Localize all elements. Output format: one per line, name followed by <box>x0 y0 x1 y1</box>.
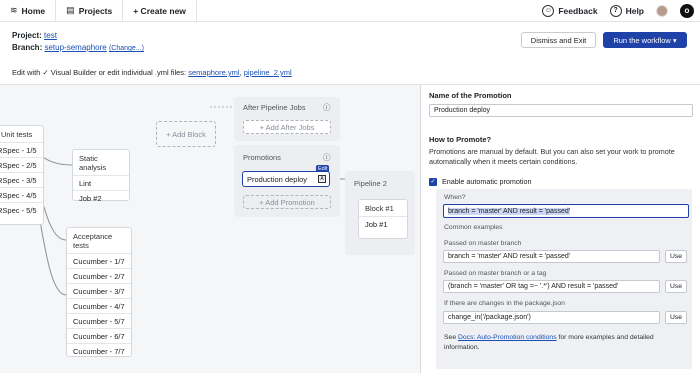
example-label: If there are changes in the package.json <box>444 300 565 307</box>
job-item[interactable]: Cucumber - 2/7 <box>67 268 131 283</box>
block-1-card[interactable]: Block #1 Job #1 <box>358 199 408 239</box>
static-analysis-block[interactable]: Static analysis Lint Job #2 <box>72 149 130 203</box>
automatic-promotion-icon: A <box>318 175 326 183</box>
add-after-jobs-button[interactable]: + Add After Jobs <box>243 120 331 134</box>
example-condition-input[interactable]: change_in('/package.json') <box>443 311 660 324</box>
job-item[interactable]: Cucumber - 7/7 <box>67 343 131 358</box>
job-item[interactable]: RSpec - 5/5 <box>0 202 43 217</box>
promotion-name-heading: Name of the Promotion <box>429 91 512 100</box>
use-example-button[interactable]: Use <box>665 311 687 324</box>
common-examples-label: Common examples <box>444 224 503 231</box>
help-link[interactable]: ? Help <box>609 4 644 17</box>
docs-note: See Docs: Auto-Promotion conditions for … <box>444 333 684 353</box>
home-link[interactable]: ≋ Home <box>0 0 57 22</box>
nav-right: ☺ Feedback ? Help o <box>542 3 700 18</box>
job-item[interactable]: RSpec - 2/5 <box>0 157 43 172</box>
pipeline2-yml-link[interactable]: pipeline_2.yml <box>244 68 292 77</box>
after-pipeline-title: After Pipeline Jobs <box>243 103 306 112</box>
job-item[interactable]: Cucumber - 3/7 <box>67 283 131 298</box>
project-label: Project: <box>12 31 42 40</box>
create-new-label: + Create new <box>133 5 186 16</box>
run-workflow-button[interactable]: Run the workflow ▾ <box>603 32 687 48</box>
home-label: Home <box>21 5 46 16</box>
branch-link[interactable]: setup-semaphore <box>44 43 106 52</box>
add-block-button[interactable]: + Add Block <box>156 121 216 147</box>
feedback-link[interactable]: ☺ Feedback <box>542 4 598 17</box>
user-avatar[interactable] <box>656 4 668 17</box>
pipeline-2-title: Pipeline 2 <box>354 179 387 188</box>
when-label: When? <box>444 194 466 201</box>
job-item[interactable]: RSpec - 3/5 <box>0 172 43 187</box>
create-new-link[interactable]: + Create new <box>123 0 197 22</box>
use-example-button[interactable]: Use <box>665 250 687 263</box>
docs-note-prefix: See <box>444 334 457 341</box>
semaphore-yml-link[interactable]: semaphore.yml <box>188 68 239 77</box>
job-item[interactable]: Cucumber - 4/7 <box>67 298 131 313</box>
info-icon: ⓘ <box>323 153 331 162</box>
semaphore-logo-icon: ≋ <box>10 5 18 15</box>
when-condition-input[interactable]: branch = 'master' AND result = 'passed' <box>443 204 689 218</box>
job-item[interactable]: Job #1 <box>359 216 407 231</box>
job-item[interactable]: RSpec - 4/5 <box>0 187 43 202</box>
example-condition-input[interactable]: branch = 'master' AND result = 'passed' <box>443 250 660 263</box>
acceptance-tests-block[interactable]: Acceptance tests Cucumber - 1/7 Cucumber… <box>66 227 132 357</box>
unit-tests-block[interactable]: Unit tests RSpec - 1/5 RSpec - 2/5 RSpec… <box>0 125 44 225</box>
example-condition-input[interactable]: (branch = 'master' OR tag =~ '.*') AND r… <box>443 280 660 293</box>
help-label: Help <box>625 5 644 16</box>
branch-label: Branch: <box>12 43 43 52</box>
promotions-title: Promotions <box>243 153 281 162</box>
help-icon: ? <box>609 4 622 17</box>
change-branch-link[interactable]: (Change...) <box>109 45 144 52</box>
job-item[interactable]: Cucumber - 6/7 <box>67 328 131 343</box>
feedback-label: Feedback <box>558 5 598 16</box>
docs-auto-promotion-link[interactable]: Docs: Auto-Promotion conditions <box>458 334 557 341</box>
file-separator: , <box>239 68 242 77</box>
projects-icon: ▤ <box>66 5 75 15</box>
block-1-title: Block #1 <box>365 204 394 213</box>
use-example-button[interactable]: Use <box>665 280 687 293</box>
how-to-promote-description: Promotions are manual by default. But yo… <box>429 147 675 166</box>
enable-automatic-promotion-checkbox[interactable]: ✓ Enable automatic promotion <box>429 177 532 186</box>
projects-link[interactable]: ▤ Projects <box>56 0 124 22</box>
add-promotion-button[interactable]: + Add Promotion <box>243 195 331 209</box>
project-info: Project: test Branch: setup-semaphore (C… <box>12 30 144 55</box>
dismiss-button[interactable]: Dismiss and Exit <box>521 32 596 48</box>
workflow-canvas[interactable]: Unit tests RSpec - 1/5 RSpec - 2/5 RSpec… <box>0 84 420 373</box>
org-switcher[interactable]: o <box>680 3 694 18</box>
acceptance-tests-title: Acceptance tests <box>73 232 113 250</box>
enable-automatic-promotion-label: Enable automatic promotion <box>442 177 532 186</box>
smiley-icon: ☺ <box>542 4 555 17</box>
promotion-production-deploy[interactable]: Production deploy A <box>242 171 330 187</box>
static-analysis-title: Static analysis <box>79 154 107 172</box>
info-icon: ⓘ <box>323 103 331 112</box>
job-item[interactable]: Cucumber - 1/7 <box>67 253 131 268</box>
job-item[interactable]: RSpec - 1/5 <box>0 142 43 157</box>
example-label: Passed on master branch or a tag <box>444 270 547 277</box>
job-item[interactable]: Job #2 <box>73 190 129 205</box>
checkbox-checked-icon: ✓ <box>429 177 437 186</box>
project-link[interactable]: test <box>44 31 57 40</box>
example-label: Passed on master branch <box>444 240 522 247</box>
when-condition-value: branch = 'master' AND result = 'passed' <box>448 207 571 215</box>
top-navigation: ≋ Home ▤ Projects + Create new ☺ Feedbac… <box>0 0 700 22</box>
edit-with-bar: Edit with ✓ Visual Builder or edit indiv… <box>12 68 292 77</box>
job-item[interactable]: Lint <box>73 175 129 190</box>
projects-label: Projects <box>78 5 113 16</box>
promotion-name-input[interactable]: Production deploy <box>429 104 693 117</box>
promotion-label: Production deploy <box>247 174 308 184</box>
how-to-promote-heading: How to Promote? <box>429 135 492 144</box>
unit-tests-title: Unit tests <box>1 130 33 139</box>
edit-with-text: Edit with ✓ Visual Builder or edit indiv… <box>12 68 187 77</box>
job-item[interactable]: Cucumber - 5/7 <box>67 313 131 328</box>
